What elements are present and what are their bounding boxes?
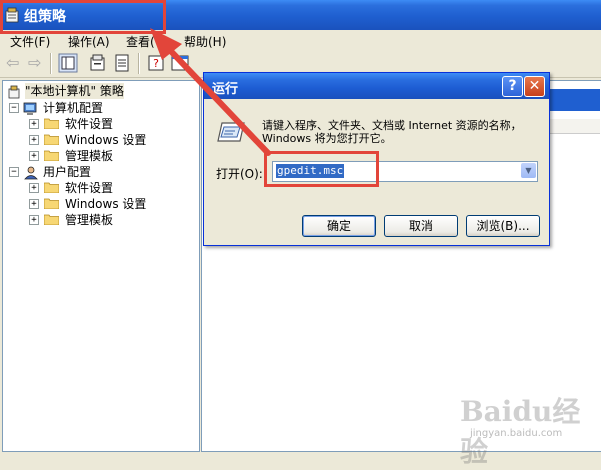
watermark-url: jingyan.baidu.com [470,428,563,439]
annotation-arrow-icon [150,28,271,156]
